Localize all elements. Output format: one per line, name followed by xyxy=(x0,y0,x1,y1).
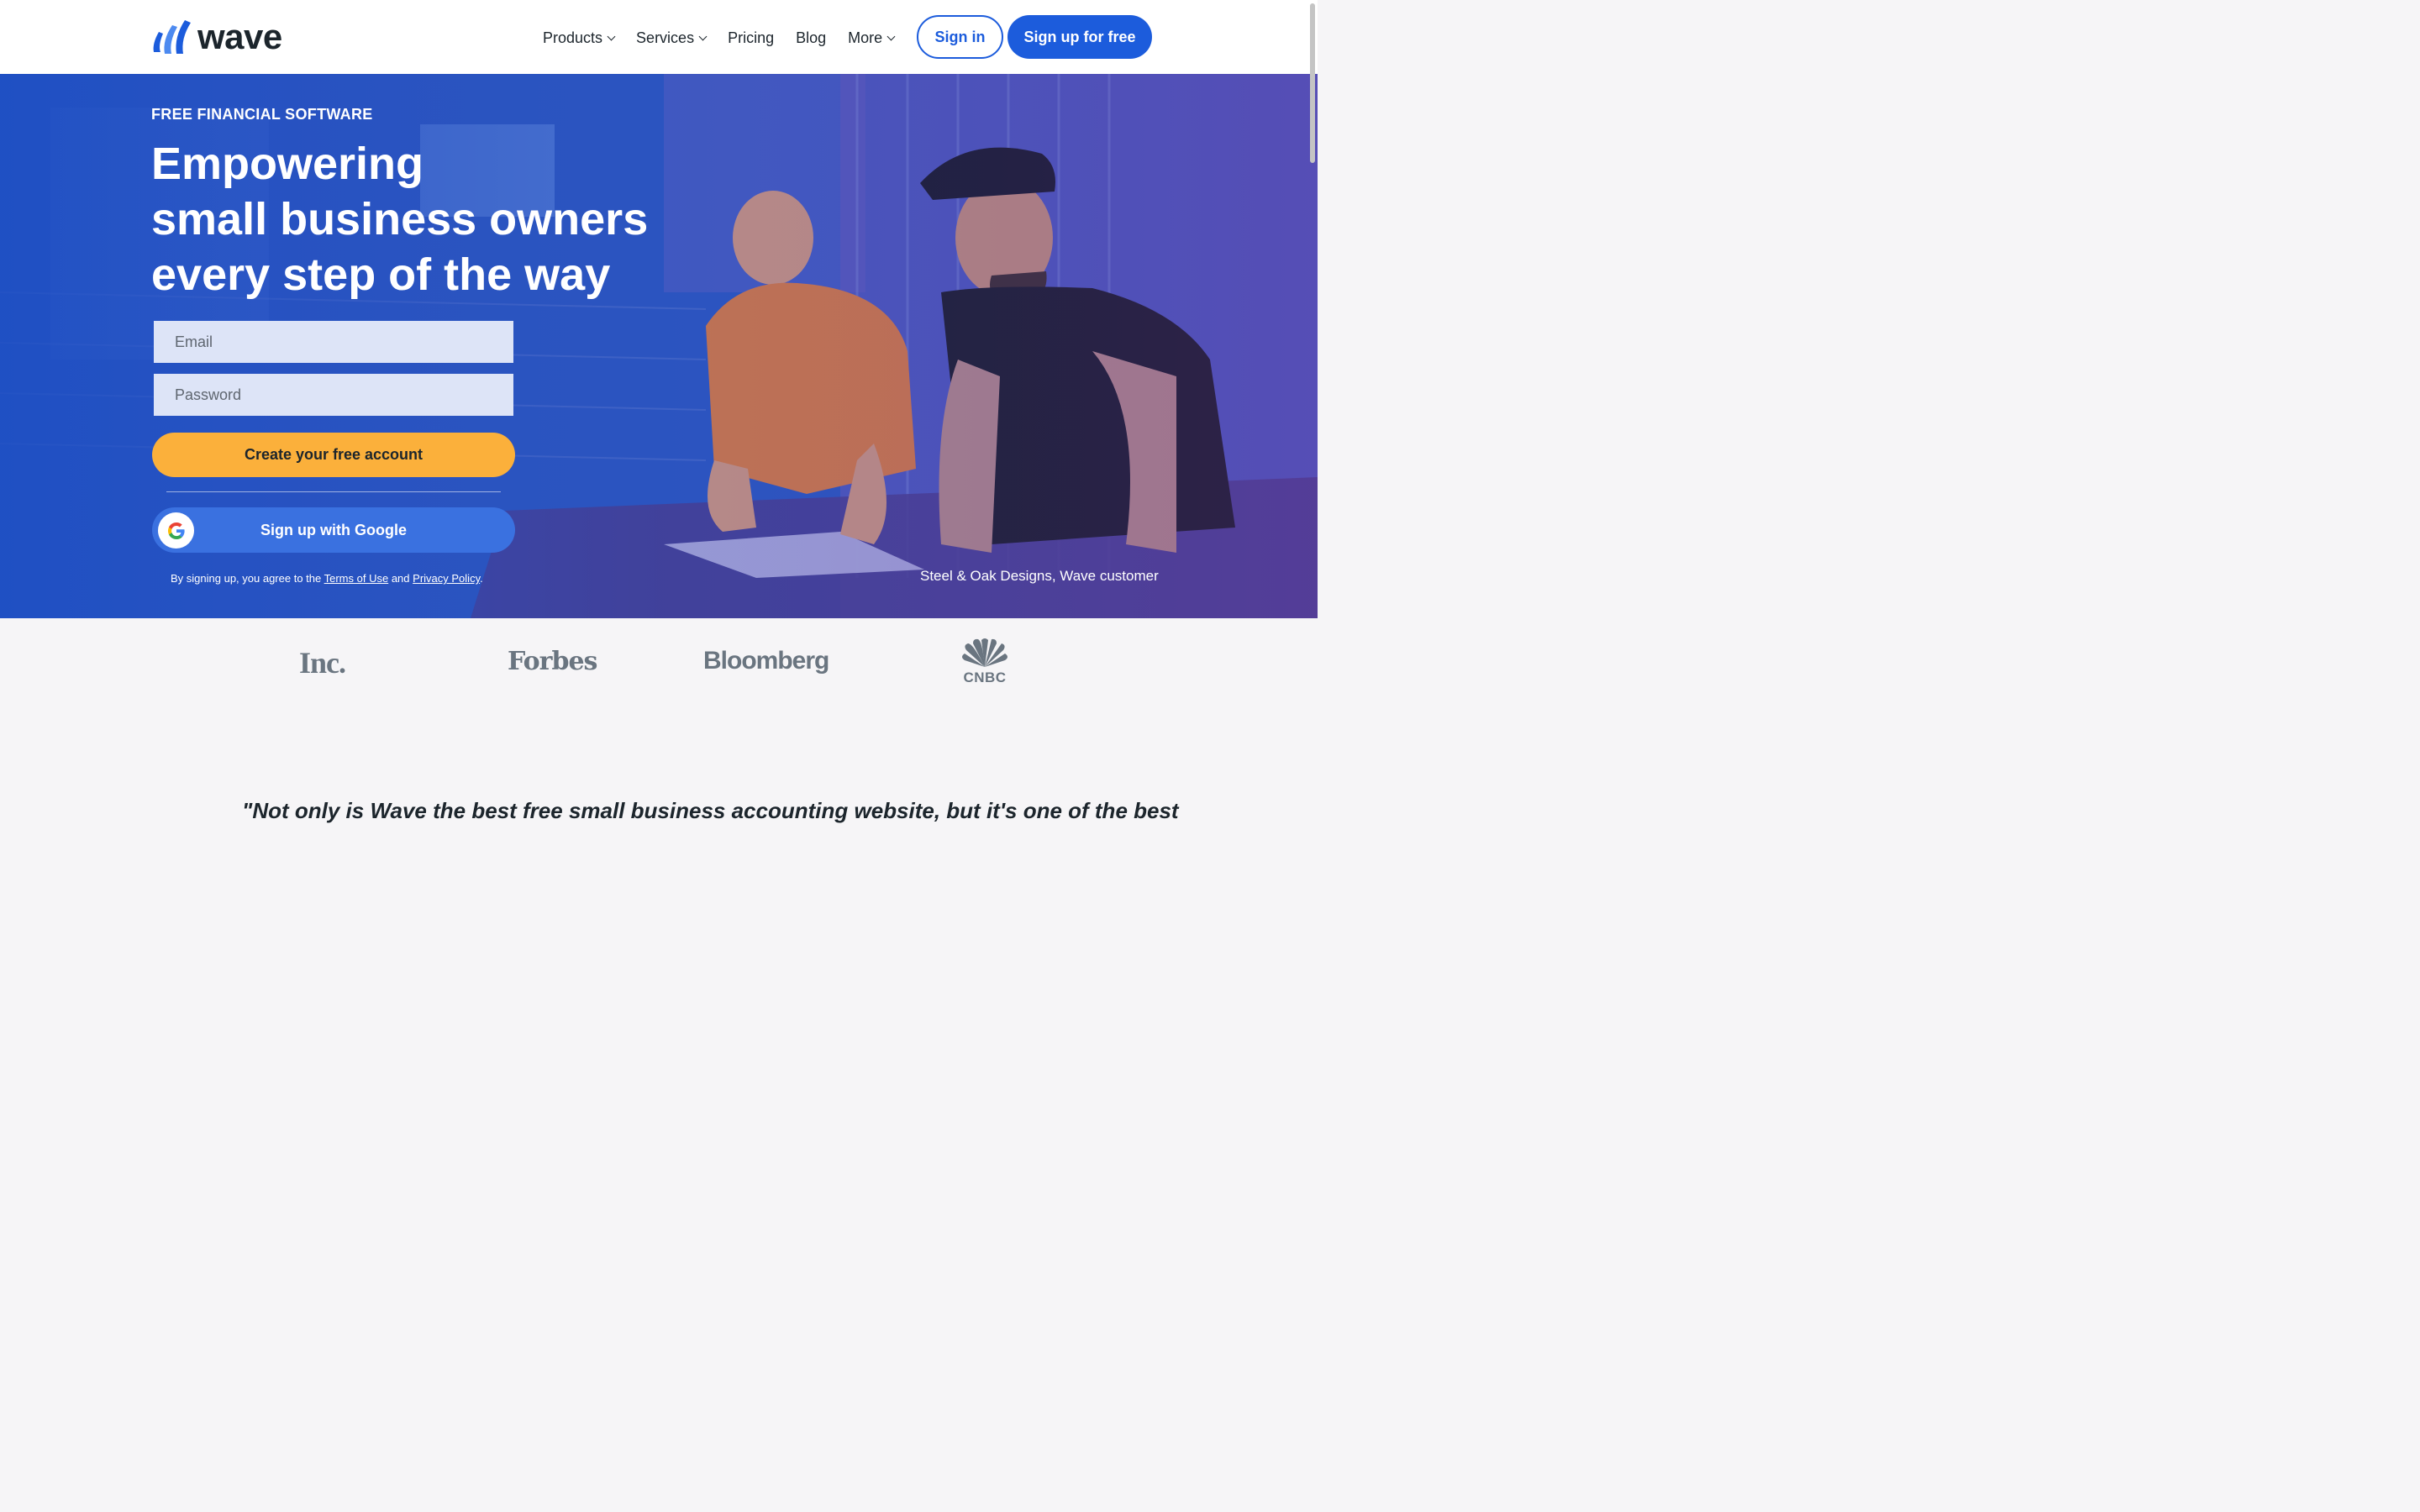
password-field[interactable] xyxy=(154,374,513,416)
nav-products-label: Products xyxy=(543,29,603,46)
google-signup-button[interactable]: Sign up with Google xyxy=(152,507,515,553)
nav-blog-label: Blog xyxy=(796,29,827,46)
scrollbar-thumb[interactable] xyxy=(1310,3,1315,163)
page-scrollbar[interactable] xyxy=(1307,0,1318,823)
customer-caption: Steel & Oak Designs, Wave customer xyxy=(920,568,1159,584)
forbes-logo: Forbes xyxy=(508,647,597,676)
testimonial-quote: "Not only is Wave the best free small bu… xyxy=(242,798,1179,823)
terms-of-use-link[interactable]: Terms of Use xyxy=(324,572,389,585)
cnbc-wordmark: CNBC xyxy=(963,669,1007,685)
hero-eyebrow: FREE FINANCIAL SOFTWARE xyxy=(151,106,373,123)
hero-headline: Empowering small business owners every s… xyxy=(151,136,672,302)
privacy-policy-link[interactable]: Privacy Policy xyxy=(413,572,480,585)
wave-wordmark: wave xyxy=(197,17,282,56)
wave-logo[interactable]: wave xyxy=(150,18,282,55)
nav-pricing[interactable]: Pricing xyxy=(728,29,774,47)
nav-services[interactable]: Services xyxy=(636,29,708,47)
nav-more[interactable]: More xyxy=(848,29,896,47)
sign-in-button[interactable]: Sign in xyxy=(917,15,1003,59)
nav-more-label: More xyxy=(848,29,883,46)
legal-suffix: . xyxy=(480,572,483,585)
sign-up-button[interactable]: Sign up for free xyxy=(1007,15,1152,59)
form-divider xyxy=(166,491,501,492)
google-signup-label: Sign up with Google xyxy=(260,521,407,538)
google-icon xyxy=(158,512,194,549)
inc-logo: Inc. xyxy=(299,646,346,680)
main-nav: Products Services Pricing Blog More xyxy=(543,24,916,52)
hero-section: FREE FINANCIAL SOFTWARE Empowering small… xyxy=(0,74,1318,618)
peacock-icon xyxy=(962,638,1007,667)
headline-line-2: small business owners xyxy=(151,194,649,244)
create-account-button[interactable]: Create your free account xyxy=(152,433,515,477)
nav-blog[interactable]: Blog xyxy=(796,29,826,47)
nav-services-label: Services xyxy=(636,29,695,46)
chevron-down-icon xyxy=(607,32,616,40)
email-field[interactable] xyxy=(154,321,513,363)
press-logos: Inc. Forbes Bloomberg CNBC xyxy=(0,618,1318,719)
chevron-down-icon xyxy=(698,32,708,40)
headline-line-1: Empowering xyxy=(151,139,424,189)
cnbc-logo: CNBC xyxy=(955,638,1015,686)
headline-line-3: every step of the way xyxy=(151,249,611,300)
chevron-down-icon xyxy=(886,32,896,40)
legal-prefix: By signing up, you agree to the xyxy=(171,572,322,585)
bloomberg-logo: Bloomberg xyxy=(703,647,829,675)
legal-notice: By signing up, you agree to the Terms of… xyxy=(171,572,483,585)
wave-logo-icon xyxy=(153,20,191,54)
legal-and: and xyxy=(391,572,410,585)
nav-products[interactable]: Products xyxy=(543,29,616,47)
nav-pricing-label: Pricing xyxy=(728,29,775,46)
site-header: wave Products Services Pricing Blog More… xyxy=(0,0,1318,74)
